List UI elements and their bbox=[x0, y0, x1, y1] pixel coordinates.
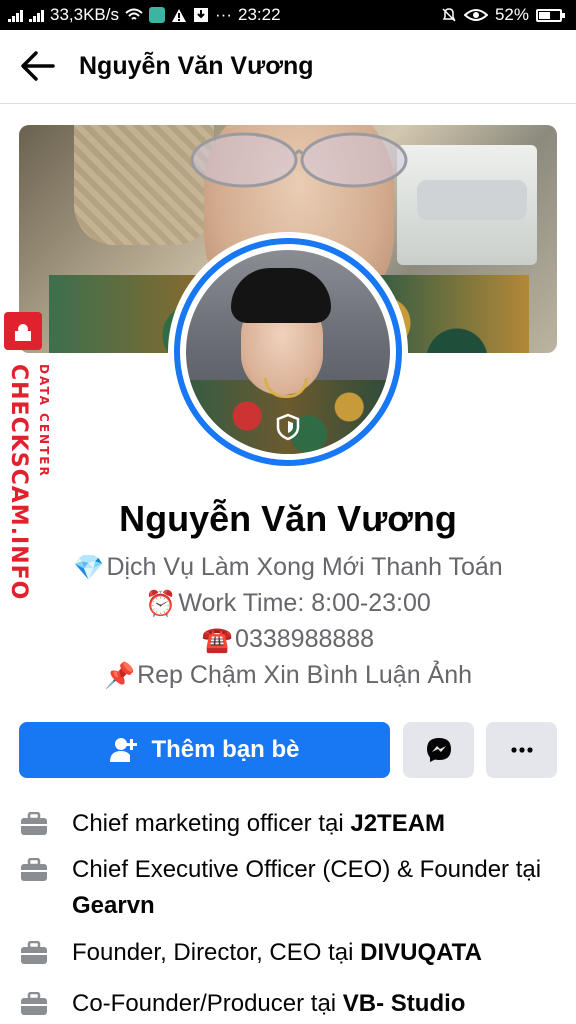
network-speed: 33,3KB/s bbox=[50, 5, 119, 24]
work-text: Chief Executive Officer (CEO) & Founder … bbox=[72, 852, 560, 924]
signal-icon-2 bbox=[29, 8, 44, 22]
work-text: Founder, Director, CEO tại DIVUQATA bbox=[72, 935, 560, 971]
work-role: Founder, Director, CEO tại bbox=[72, 939, 361, 966]
briefcase-icon bbox=[21, 992, 47, 1015]
bio-line: 💎Dịch Vụ Làm Xong Mới Thanh Toán bbox=[0, 553, 576, 583]
work-item: Founder, Director, CEO tại DIVUQATA bbox=[20, 935, 560, 971]
profile-guard-shield-icon bbox=[276, 413, 300, 441]
status-bar: 33,3KB/s ··· 23:22 52% bbox=[0, 0, 576, 30]
car-outside bbox=[417, 180, 527, 220]
messenger-button[interactable] bbox=[403, 722, 474, 778]
warning-icon bbox=[172, 8, 186, 22]
bio-line: ☎️0338988888 bbox=[0, 625, 576, 655]
work-item: Chief Executive Officer (CEO) & Founder … bbox=[20, 852, 560, 924]
messenger-icon bbox=[426, 738, 451, 762]
gem-icon: 💎 bbox=[73, 553, 105, 582]
work-role: Co-Founder/Producer tại bbox=[72, 990, 343, 1017]
watermark-lock-icon bbox=[4, 312, 42, 350]
battery-icon bbox=[536, 8, 565, 22]
watermark-sub: DATA CENTER bbox=[37, 364, 51, 478]
status-dots: ··· bbox=[215, 5, 232, 24]
signal-icon bbox=[8, 8, 23, 22]
page-title: Nguyễn Văn Vương bbox=[79, 52, 314, 80]
status-left: 33,3KB/s ··· 23:22 bbox=[8, 5, 281, 25]
back-arrow-icon[interactable] bbox=[20, 50, 56, 82]
wifi-icon bbox=[125, 8, 143, 20]
more-options-button[interactable] bbox=[486, 722, 557, 778]
telephone-icon: ☎️ bbox=[201, 625, 234, 654]
add-friend-icon bbox=[110, 738, 138, 762]
avatar-hair bbox=[231, 268, 331, 323]
work-item: Chief marketing officer tại J2TEAM bbox=[20, 806, 560, 842]
download-icon bbox=[194, 8, 208, 22]
alarm-clock-icon: ⏰ bbox=[145, 589, 177, 618]
work-text: Chief marketing officer tại J2TEAM bbox=[72, 806, 560, 842]
bio-line: ⏰Work Time: 8:00-23:00 bbox=[0, 589, 576, 619]
add-friend-label: Thêm bạn bè bbox=[151, 736, 300, 763]
work-role: Chief marketing officer tại bbox=[72, 810, 351, 837]
battery-percent: 52% bbox=[494, 5, 529, 24]
status-right: 52% bbox=[441, 5, 565, 25]
briefcase-icon bbox=[21, 812, 47, 835]
briefcase-icon bbox=[21, 941, 47, 964]
mute-bell-icon bbox=[442, 8, 456, 22]
work-company[interactable]: VB- Studio bbox=[343, 990, 466, 1017]
app-notification-icon bbox=[149, 7, 165, 23]
bio-text: Dịch Vụ Làm Xong Mới Thanh Toán bbox=[106, 553, 503, 581]
pushpin-icon: 📌 bbox=[103, 661, 136, 690]
work-company[interactable]: DIVUQATA bbox=[360, 939, 482, 966]
top-app-bar: Nguyễn Văn Vương bbox=[0, 30, 576, 104]
briefcase-icon bbox=[21, 858, 47, 881]
work-item: Co-Founder/Producer tại VB- Studio bbox=[20, 986, 560, 1022]
bio-text: Rep Chậm Xin Bình Luận Ảnh bbox=[137, 661, 473, 689]
work-role: Chief Executive Officer (CEO) & Founder … bbox=[72, 856, 542, 883]
work-company[interactable]: J2TEAM bbox=[350, 810, 445, 837]
bio-line: 📌Rep Chậm Xin Bình Luận Ảnh bbox=[0, 661, 576, 691]
work-company[interactable]: Gearvn bbox=[72, 892, 155, 919]
add-friend-button[interactable]: Thêm bạn bè bbox=[19, 722, 390, 778]
profile-name: Nguyễn Văn Vương bbox=[119, 498, 457, 539]
clock: 23:22 bbox=[237, 5, 281, 24]
work-text: Co-Founder/Producer tại VB- Studio bbox=[72, 986, 560, 1022]
bio-text: Work Time: 8:00-23:00 bbox=[178, 589, 431, 617]
eye-icon bbox=[463, 9, 488, 21]
bio-text: 0338988888 bbox=[235, 625, 375, 653]
sunglasses bbox=[190, 132, 408, 188]
more-dots-icon bbox=[510, 747, 533, 753]
